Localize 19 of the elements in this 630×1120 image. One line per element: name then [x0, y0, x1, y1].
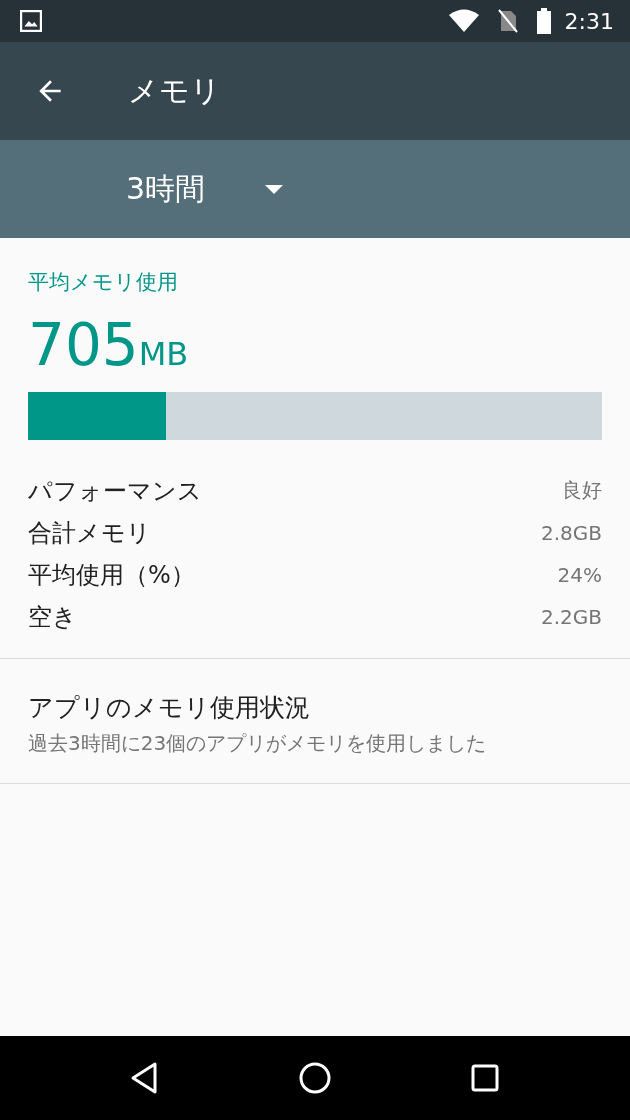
summary-label: 平均メモリ使用	[28, 269, 179, 296]
home-icon[interactable]	[297, 1060, 333, 1096]
stat-value: 良好	[562, 477, 602, 505]
stat-value: 2.2GB	[540, 604, 602, 629]
stat-label: 平均使用（%）	[28, 559, 195, 591]
stat-label: 合計メモリ	[28, 517, 151, 549]
period-dropdown[interactable]: 3時間	[110, 160, 300, 218]
memory-value: 705 MB	[28, 314, 190, 378]
toolbar-title: メモリ	[128, 71, 221, 110]
stat-label: 空き	[28, 601, 77, 633]
stat-value: 2.8GB	[540, 520, 602, 545]
stat-value: 24%	[557, 562, 602, 587]
caret-icon	[265, 184, 284, 194]
battery-icon	[536, 8, 551, 34]
stat-label: パフォーマンス	[28, 475, 202, 507]
status-time: 2:31	[564, 8, 614, 34]
image-icon	[20, 10, 42, 32]
wifi-icon	[448, 9, 479, 33]
app-usage-item[interactable]: アプリのメモリ使用状況 過去3時間に23個のアプリがメモリを使用しました	[0, 658, 630, 784]
